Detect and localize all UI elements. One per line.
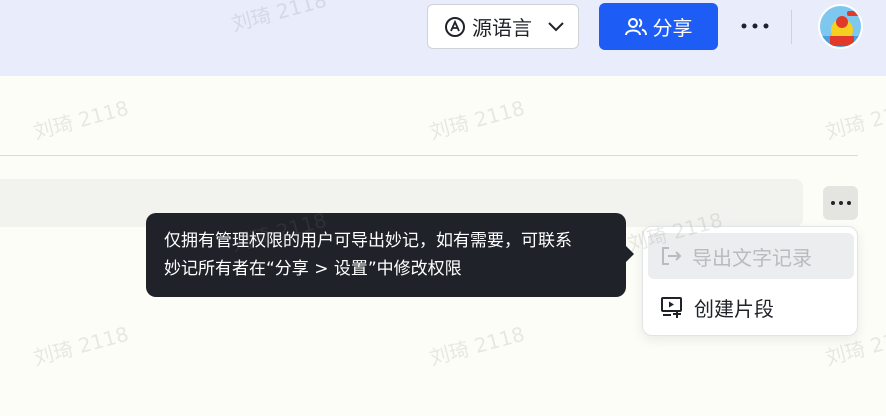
section-divider — [0, 155, 858, 156]
export-icon — [660, 245, 682, 267]
tooltip-line-1: 仅拥有管理权限的用户可导出妙记，如有需要，可联系 — [164, 231, 572, 251]
tooltip-line-2: 妙记所有者在“分享 > 设置”中修改权限 — [164, 259, 462, 279]
menu-item-export-transcript[interactable]: 导出文字记录 — [648, 233, 854, 279]
permission-tooltip: 仅拥有管理权限的用户可导出妙记，如有需要，可联系 妙记所有者在“分享 > 设置”… — [146, 213, 626, 297]
chevron-down-icon — [548, 21, 564, 32]
users-icon — [624, 17, 647, 37]
create-clip-icon — [660, 296, 684, 318]
menu-item-create-clip[interactable]: 创建片段 — [648, 284, 854, 330]
transcript-more-button[interactable] — [823, 186, 858, 220]
more-horizontal-icon — [741, 23, 769, 29]
tooltip-arrow — [626, 246, 634, 262]
top-bar: 源语言 分享 — [0, 0, 886, 76]
translate-icon — [444, 16, 466, 38]
source-language-label: 源语言 — [472, 16, 532, 40]
share-label: 分享 — [652, 16, 693, 40]
more-options-button[interactable] — [736, 10, 774, 42]
share-button[interactable]: 分享 — [599, 3, 718, 50]
header-divider — [791, 10, 792, 44]
source-language-button[interactable]: 源语言 — [427, 4, 579, 49]
menu-item-label: 导出文字记录 — [692, 245, 812, 270]
more-dropdown-menu: 导出文字记录 创建片段 — [642, 226, 858, 336]
user-avatar[interactable] — [818, 4, 863, 49]
more-horizontal-icon — [830, 201, 851, 205]
menu-item-label: 创建片段 — [694, 296, 774, 321]
